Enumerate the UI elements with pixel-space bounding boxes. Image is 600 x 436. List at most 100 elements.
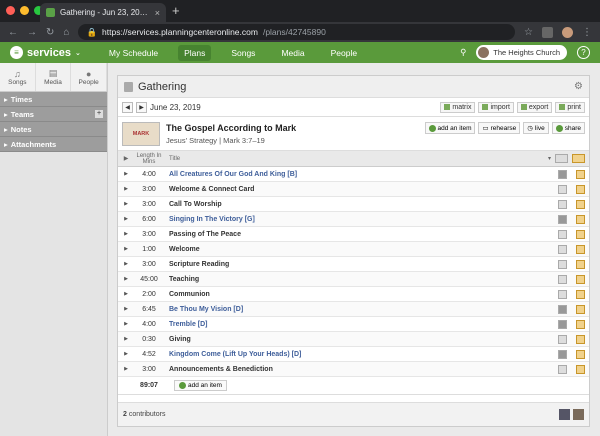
file-icon[interactable]: [576, 244, 585, 254]
notes-icon[interactable]: [558, 349, 567, 359]
expand-row-icon[interactable]: ▶: [118, 171, 134, 177]
notes-icon[interactable]: [558, 229, 567, 239]
nav-songs[interactable]: Songs: [225, 45, 261, 61]
rehearse-button[interactable]: ▭ rehearse: [478, 122, 521, 134]
import-button[interactable]: import: [478, 101, 514, 113]
file-icon[interactable]: [576, 169, 585, 179]
file-icon[interactable]: [576, 304, 585, 314]
table-row[interactable]: ▶ 6:45 Be Thou My Vision [D]: [118, 302, 589, 317]
table-row[interactable]: ▶ 6:00 Singing In The Victory [G]: [118, 212, 589, 227]
next-plan-button[interactable]: ▶: [136, 101, 147, 113]
table-row[interactable]: ▶ 45:00 Teaching: [118, 272, 589, 287]
notes-icon[interactable]: [558, 364, 567, 374]
help-icon[interactable]: ?: [577, 46, 590, 59]
menu-icon[interactable]: ⋮: [582, 27, 592, 38]
live-button[interactable]: ◷ live: [523, 122, 549, 134]
notes-icon[interactable]: [558, 244, 567, 254]
gear-icon[interactable]: ⚙: [574, 81, 583, 92]
add-team-icon[interactable]: +: [95, 110, 103, 118]
notes-icon[interactable]: [558, 319, 567, 329]
notes-icon[interactable]: [558, 334, 567, 344]
notes-icon[interactable]: [558, 259, 567, 269]
notes-column-icon[interactable]: [555, 154, 568, 163]
section-teams[interactable]: ▸ Teams +: [0, 107, 107, 122]
print-button[interactable]: print: [555, 101, 585, 113]
reload-icon[interactable]: ↻: [46, 27, 54, 38]
item-title[interactable]: Passing of The Peace: [164, 231, 558, 238]
item-title[interactable]: Scripture Reading: [164, 261, 558, 268]
table-row[interactable]: ▶ 4:00 Tremble [D]: [118, 317, 589, 332]
services-logo[interactable]: ≡ services ⌄: [10, 46, 81, 59]
series-artwork[interactable]: MARK: [122, 121, 160, 146]
expand-row-icon[interactable]: ▶: [118, 321, 134, 327]
item-title[interactable]: Teaching: [164, 276, 558, 283]
share-button[interactable]: share: [551, 122, 585, 134]
new-tab-icon[interactable]: +: [172, 3, 180, 18]
table-row[interactable]: ▶ 0:30 Giving: [118, 332, 589, 347]
file-icon[interactable]: [576, 319, 585, 329]
file-icon[interactable]: [576, 184, 585, 194]
file-icon[interactable]: [576, 289, 585, 299]
expand-row-icon[interactable]: ▶: [118, 216, 134, 222]
expand-row-icon[interactable]: ▶: [118, 366, 134, 372]
table-row[interactable]: ▶ 3:00 Announcements & Benediction: [118, 362, 589, 377]
file-icon[interactable]: [576, 274, 585, 284]
item-title[interactable]: Kingdom Come (Lift Up Your Heads) [D]: [164, 351, 558, 358]
nav-plans[interactable]: Plans: [178, 44, 212, 61]
column-dropdown-icon[interactable]: ▾: [548, 155, 551, 162]
item-title[interactable]: Tremble [D]: [164, 321, 558, 328]
avatar[interactable]: [559, 409, 570, 420]
notes-icon[interactable]: [558, 289, 567, 299]
file-icon[interactable]: [576, 259, 585, 269]
sidebar-media[interactable]: ▤ Media: [36, 63, 72, 91]
file-icon[interactable]: [576, 349, 585, 359]
table-row[interactable]: ▶ 3:00 Passing of The Peace: [118, 227, 589, 242]
expand-row-icon[interactable]: ▶: [118, 246, 134, 252]
item-title[interactable]: All Creatures Of Our God And King [B]: [164, 171, 558, 178]
notes-icon[interactable]: [558, 214, 567, 224]
extension-icon[interactable]: [542, 26, 553, 38]
prev-plan-button[interactable]: ◀: [122, 101, 133, 113]
file-icon[interactable]: [576, 334, 585, 344]
notes-icon[interactable]: [558, 274, 567, 284]
close-window-button[interactable]: [6, 6, 15, 15]
sidebar-people[interactable]: ● People: [71, 63, 108, 91]
add-item-button[interactable]: add an item: [424, 122, 476, 134]
item-title[interactable]: Be Thou My Vision [D]: [164, 306, 558, 313]
length-header[interactable]: Length In Mins: [134, 153, 164, 165]
export-button[interactable]: export: [516, 101, 553, 113]
url-field[interactable]: 🔒 https://services.planningcenteronline.…: [78, 24, 516, 40]
item-title[interactable]: Announcements & Benediction: [164, 366, 558, 373]
file-icon[interactable]: [576, 214, 585, 224]
files-column-icon[interactable]: [572, 154, 585, 163]
expand-row-icon[interactable]: ▶: [118, 336, 134, 342]
add-item-bottom-button[interactable]: add an item: [174, 380, 227, 391]
section-attachments[interactable]: ▸ Attachments: [0, 137, 107, 152]
browser-tab[interactable]: Gathering - Jun 23, 2019 - Services ×: [40, 3, 166, 22]
table-row[interactable]: ▶ 4:00 All Creatures Of Our God And King […: [118, 167, 589, 182]
expand-row-icon[interactable]: ▶: [118, 306, 134, 312]
nav-media[interactable]: Media: [275, 45, 310, 61]
expand-all-icon[interactable]: ▶: [118, 155, 134, 162]
forward-icon[interactable]: →: [27, 27, 37, 38]
notes-icon[interactable]: [558, 184, 567, 194]
item-title[interactable]: Welcome & Connect Card: [164, 186, 558, 193]
title-header[interactable]: Title: [164, 156, 548, 162]
table-row[interactable]: ▶ 4:52 Kingdom Come (Lift Up Your Heads) […: [118, 347, 589, 362]
table-row[interactable]: ▶ 3:00 Scripture Reading: [118, 257, 589, 272]
expand-row-icon[interactable]: ▶: [118, 201, 134, 207]
item-title[interactable]: Welcome: [164, 246, 558, 253]
notes-icon[interactable]: [558, 169, 567, 179]
profile-avatar[interactable]: [562, 26, 573, 38]
avatar[interactable]: [573, 409, 584, 420]
home-icon[interactable]: ⌂: [63, 27, 69, 38]
notes-icon[interactable]: [558, 199, 567, 209]
star-icon[interactable]: ☆: [524, 27, 533, 38]
expand-row-icon[interactable]: ▶: [118, 351, 134, 357]
nav-people[interactable]: People: [325, 45, 363, 61]
table-row[interactable]: ▶ 3:00 Welcome & Connect Card: [118, 182, 589, 197]
search-icon[interactable]: ⚲: [460, 47, 466, 58]
expand-row-icon[interactable]: ▶: [118, 231, 134, 237]
file-icon[interactable]: [576, 364, 585, 374]
back-icon[interactable]: ←: [8, 27, 18, 38]
